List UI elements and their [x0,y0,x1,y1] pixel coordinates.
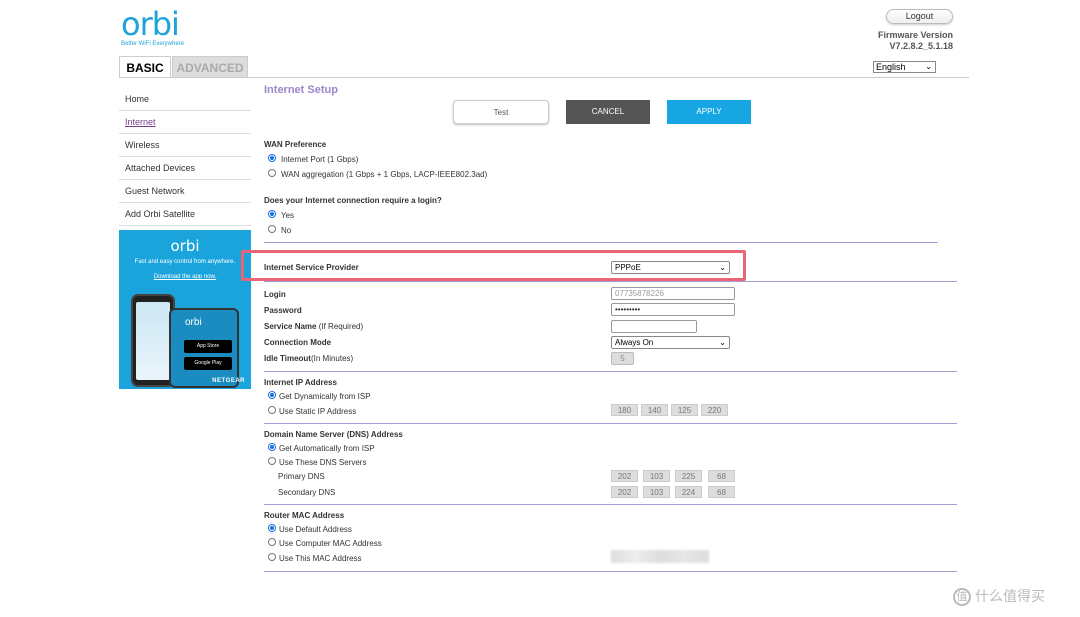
logout-button[interactable]: Logout [886,9,953,24]
phone-orbi-logo: orbi [185,317,202,328]
sidebar-item-attached-devices[interactable]: Attached Devices [119,157,251,180]
radio-dns-manual[interactable] [268,457,276,465]
apply-button[interactable]: APPLY [667,100,751,124]
primary-dns-label: Primary DNS [278,472,325,481]
radio-mac-default-label: Use Default Address [279,525,352,534]
secondary-dns-octet-1[interactable]: 202 [611,486,638,498]
sidebar-item-guest-network[interactable]: Guest Network [119,180,251,203]
radio-ip-dynamic-label: Get Dynamically from ISP [279,392,371,401]
radio-wan-aggregation-label: WAN aggregation (1 Gbps + 1 Gbps, LACP-I… [281,170,488,179]
radio-mac-this-label: Use This MAC Address [279,554,362,563]
firmware-value: V7.2.8.2_5.1.18 [889,41,953,51]
password-input[interactable]: ••••••••• [611,303,735,316]
radio-dns-manual-label: Use These DNS Servers [279,458,367,467]
service-name-input[interactable] [611,320,697,333]
sidebar-item-add-satellite[interactable]: Add Orbi Satellite [119,203,251,226]
firmware-label: Firmware Version [877,30,953,40]
page-title: Internet Setup [264,84,338,96]
connection-mode-select[interactable]: Always On ⌄ [611,336,730,349]
promo-logo: orbi [170,237,200,255]
idle-timeout-input[interactable]: 5 [611,352,634,365]
password-label: Password [264,306,302,315]
radio-mac-computer-label: Use Computer MAC Address [279,539,382,548]
radio-mac-computer[interactable] [268,538,276,546]
connection-mode-value: Always On [615,338,654,347]
radio-ip-static[interactable] [268,406,276,414]
login-input[interactable]: 07735878226 [611,287,735,300]
promo-download-link[interactable]: Download the app now. [119,274,251,280]
radio-dns-auto-label: Get Automatically from ISP [279,444,375,453]
radio-login-yes[interactable] [268,210,276,218]
section-divider [264,281,957,282]
orbi-logo: orbi Better WiFi Everywhere [121,8,184,47]
isp-select-value: PPPoE [615,263,641,272]
tab-advanced[interactable]: ADVANCED [172,56,248,78]
service-name-label: Service Name (If Required) [264,322,364,331]
internet-ip-heading: Internet IP Address [264,378,337,387]
radio-internet-port-label: Internet Port (1 Gbps) [281,155,359,164]
tab-basic[interactable]: BASIC [119,56,171,78]
promo-text: Fast and easy control from anywhere. [134,259,236,265]
radio-internet-port[interactable] [268,154,276,162]
radio-login-yes-label: Yes [281,211,295,220]
chevron-down-icon: ⌄ [925,62,932,71]
radio-ip-dynamic[interactable] [268,391,276,399]
login-label: Login [264,290,286,299]
isp-label: Internet Service Provider [264,263,359,272]
wan-pref-heading: WAN Preference [264,140,327,149]
google-play-badge[interactable]: Google Play [184,357,232,370]
sidebar-item-wireless[interactable]: Wireless [119,134,251,157]
watermark-icon: 值 [953,588,971,607]
connection-mode-label: Connection Mode [264,338,332,347]
test-button[interactable]: Test [453,100,549,124]
secondary-dns-label: Secondary DNS [278,488,336,497]
language-select[interactable]: English ⌄ [873,61,936,73]
sidebar-item-home[interactable]: Home [119,88,251,111]
static-ip-octet-2[interactable]: 140 [641,404,668,416]
logo-tagline: Better WiFi Everywhere [121,41,185,47]
chevron-down-icon: ⌄ [719,338,726,347]
static-ip-octet-3[interactable]: 125 [671,404,698,416]
radio-mac-this[interactable] [268,553,276,561]
primary-dns-octet-2[interactable]: 103 [643,470,670,482]
sidebar: Home Internet Wireless Attached Devices … [119,88,251,226]
secondary-dns-octet-3[interactable]: 224 [675,486,702,498]
section-divider [264,371,957,372]
netgear-brand: NETGEAR [212,378,245,384]
header-divider [119,77,969,78]
sidebar-item-internet[interactable]: Internet [119,111,251,134]
dns-heading: Domain Name Server (DNS) Address [264,430,403,439]
app-store-badge[interactable]: App Store [184,340,232,353]
secondary-dns-octet-2[interactable]: 103 [643,486,670,498]
cancel-button[interactable]: CANCEL [566,100,650,124]
radio-wan-aggregation[interactable] [268,169,276,177]
watermark-text: 什么值得买 [975,588,1045,604]
idle-timeout-label: Idle Timeout(In Minutes) [264,354,354,363]
login-required-heading: Does your Internet connection require a … [264,196,442,205]
primary-dns-octet-3[interactable]: 225 [675,470,702,482]
radio-mac-default[interactable] [268,524,276,532]
language-value: English [876,62,906,72]
radio-dns-auto[interactable] [268,443,276,451]
app-promo-banner[interactable]: orbi Fast and easy control from anywhere… [119,230,251,389]
watermark: 值什么值得买 [953,586,1045,607]
radio-login-no-label: No [281,226,292,235]
section-divider [264,571,957,572]
primary-dns-octet-4[interactable]: 68 [708,470,735,482]
radio-login-no[interactable] [268,225,276,233]
static-ip-octet-4[interactable]: 220 [701,404,728,416]
chevron-down-icon: ⌄ [719,263,726,272]
isp-select[interactable]: PPPoE ⌄ [611,261,730,274]
section-divider [264,423,957,424]
secondary-dns-octet-4[interactable]: 68 [708,486,735,498]
mac-heading: Router MAC Address [264,511,345,520]
logo-word: orbi [121,5,180,43]
static-ip-octet-1[interactable]: 180 [611,404,638,416]
section-divider [264,504,957,505]
section-divider [264,242,938,243]
mac-address-input-blurred[interactable] [611,550,709,563]
radio-ip-static-label: Use Static IP Address [279,407,357,416]
primary-dns-octet-1[interactable]: 202 [611,470,638,482]
